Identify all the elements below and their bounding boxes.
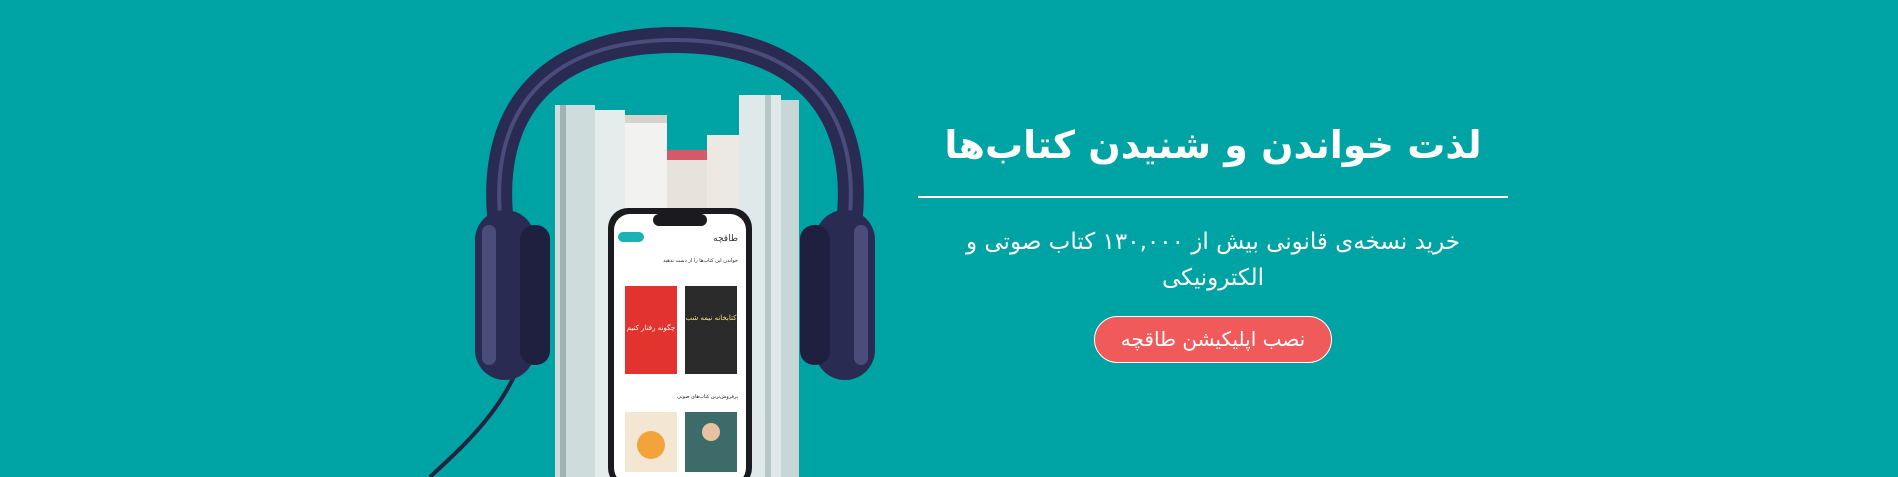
- install-app-button[interactable]: نصب اپلیکیشن طاقچه: [1093, 316, 1333, 363]
- phone-book-title: چگونه رفتار کنیم: [627, 323, 676, 332]
- phone-section-title: پرفروش‌ترین کتاب‌های صوتی: [677, 394, 739, 400]
- banner-subtitle: خرید نسخه‌ی قانونی بیش از ۱۳۰,۰۰۰ کتاب ص…: [965, 229, 1461, 291]
- headphone-right-cup: [800, 210, 875, 380]
- phone-app-logo: طاقچه: [713, 234, 738, 244]
- promo-content: لذت خواندن و شنیدن کتاب‌ها خرید نسخه‌ی ق…: [918, 108, 1508, 363]
- phone-mockup: طاقچه خواندن این کتاب‌ها را از دست ندهید…: [608, 208, 752, 477]
- phone-book-title: کتابخانه نیمه شب: [686, 314, 738, 322]
- phone-section-title: خواندن این کتاب‌ها را از دست ندهید: [663, 258, 738, 264]
- phone-book-cover: [685, 412, 737, 472]
- phone-book-cover: [685, 286, 737, 374]
- banner-title: لذت خواندن و شنیدن کتاب‌ها: [944, 123, 1482, 167]
- title-divider: [918, 196, 1508, 198]
- headphones-books-phone-illustration: طاقچه خواندن این کتاب‌ها را از دست ندهید…: [420, 0, 910, 477]
- promo-banner: طاقچه خواندن این کتاب‌ها را از دست ندهید…: [0, 0, 1898, 477]
- headphone-left-cup: [475, 210, 550, 380]
